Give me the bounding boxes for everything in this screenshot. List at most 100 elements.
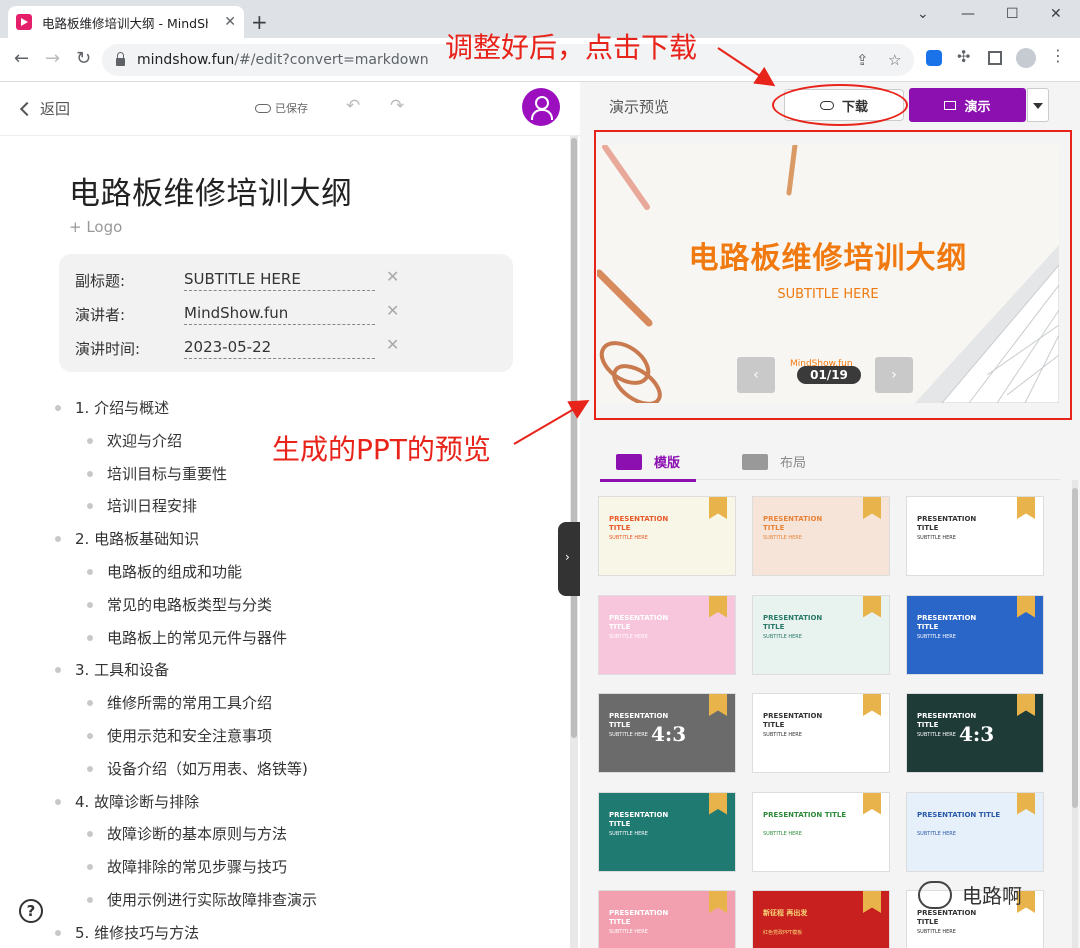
template-thumbnail[interactable]: PRESENTATION TITLE SUBTITLE HERE: [598, 791, 736, 872]
browser-menu-icon[interactable]: ⋮: [1050, 46, 1066, 65]
bullet-dot: [87, 601, 93, 608]
layout-icon: [742, 453, 768, 470]
outline-subitem[interactable]: 培训目标与重要性: [87, 463, 227, 484]
outline-subitem[interactable]: 故障诊断的基本原则与方法: [87, 823, 287, 844]
template-title: PRESENTATION TITLE: [763, 810, 847, 819]
bullet-dot: [87, 634, 93, 641]
outline-subitem[interactable]: 欢迎与介绍: [87, 430, 183, 451]
add-logo-link[interactable]: + Logo: [69, 218, 122, 236]
template-scrollbar[interactable]: [1072, 480, 1078, 948]
template-thumbnail[interactable]: 新征程 再出发 红色党政PPT模板: [752, 890, 890, 948]
extension-icon[interactable]: [926, 50, 942, 66]
outline-item-text: 欢迎与介绍: [107, 431, 183, 450]
template-title: PRESENTATION TITLE: [917, 613, 977, 631]
template-thumbnail[interactable]: PRESENTATION TITLE SUBTITLE HERE: [752, 693, 890, 773]
outline-item-text: 维修所需的常用工具介绍: [107, 694, 273, 713]
template-ratio: 4:3: [959, 722, 995, 746]
tab-templates[interactable]: 模版: [599, 452, 697, 482]
template-scrollbar-thumb[interactable]: [1072, 488, 1078, 808]
clear-field-icon[interactable]: ✕: [386, 301, 399, 320]
browser-tab[interactable]: 电路板维修培训大纲 - MindShow ✕: [8, 6, 244, 38]
maximize-icon[interactable]: ☐: [1006, 6, 1019, 22]
chevron-right-icon: ›: [565, 550, 570, 564]
outline-subitem[interactable]: 电路板上的常见元件与器件: [87, 627, 287, 648]
outline-section-item[interactable]: 3. 工具和设备: [55, 659, 169, 680]
reload-icon[interactable]: ↻: [76, 48, 91, 69]
outline-subitem[interactable]: 培训日程安排: [87, 495, 197, 516]
vip-badge-icon: [863, 694, 881, 716]
cloud-check-icon: [255, 103, 271, 113]
outline-subitem[interactable]: 设备介绍（如万用表、烙铁等): [87, 758, 308, 779]
outline-subitem[interactable]: 常见的电路板类型与分类: [87, 594, 272, 615]
outline-subitem[interactable]: 维修所需的常用工具介绍: [87, 692, 273, 713]
outline-item-text: 4. 故障诊断与排除: [75, 792, 200, 811]
tab-search-icon[interactable]: ⌄: [917, 6, 929, 22]
vip-badge-icon: [1017, 792, 1035, 815]
bullet-dot: [55, 798, 61, 805]
tab-layout-label: 布局: [780, 456, 807, 471]
vip-badge-icon: [1017, 694, 1035, 716]
template-thumbnail[interactable]: PRESENTATION TITLE SUBTITLE HERE: [752, 791, 890, 872]
template-thumbnail[interactable]: PRESENTATION TITLE SUBTITLE HERE: [906, 791, 1044, 872]
new-tab-icon[interactable]: +: [251, 12, 268, 32]
template-subtitle: SUBTITLE HERE: [763, 633, 802, 640]
outline-subitem[interactable]: 电路板的组成和功能: [87, 561, 242, 582]
profile-icon[interactable]: [1016, 48, 1036, 68]
template-thumbnail[interactable]: PRESENTATION TITLE SUBTITLE HERE: [906, 496, 1044, 576]
bullet-dot: [87, 897, 93, 903]
vip-badge-icon: [709, 792, 727, 815]
puzzle-extensions-icon[interactable]: ✣: [957, 47, 970, 66]
redo-icon[interactable]: ↷: [390, 96, 404, 116]
template-title: PRESENTATION TITLE: [917, 515, 977, 532]
meta-value-field[interactable]: MindShow.fun: [184, 304, 375, 325]
clear-field-icon[interactable]: ✕: [386, 335, 399, 354]
url-host: mindshow.fun: [137, 52, 235, 68]
outline-subitem[interactable]: 故障排除的常见步骤与技巧: [87, 856, 287, 877]
tab-layout[interactable]: 布局: [742, 452, 806, 471]
forward-icon[interactable]: →: [45, 48, 60, 69]
template-thumbnail[interactable]: PRESENTATION TITLE SUBTITLE HERE: [598, 594, 736, 675]
template-thumbnail[interactable]: PRESENTATION TITLE SUBTITLE HERE 4:3: [906, 693, 1044, 773]
undo-icon[interactable]: ↶: [346, 96, 360, 116]
outline-subitem[interactable]: 使用示例进行实际故障排查演示: [87, 889, 317, 910]
template-thumbnail[interactable]: PRESENTATION TITLE SUBTITLE HERE: [752, 496, 890, 576]
outline-section-item[interactable]: 1. 介绍与概述: [55, 397, 169, 418]
template-thumbnail[interactable]: PRESENTATION TITLE SUBTITLE HERE 4:3: [598, 693, 736, 773]
clear-field-icon[interactable]: ✕: [386, 267, 399, 286]
side-panel-icon[interactable]: [988, 51, 1002, 65]
help-icon[interactable]: ?: [19, 899, 43, 923]
template-thumbnail[interactable]: PRESENTATION TITLE SUBTITLE HERE: [752, 594, 890, 675]
bullet-dot: [87, 470, 93, 477]
minimize-icon[interactable]: —: [961, 6, 975, 22]
close-tab-icon[interactable]: ✕: [224, 14, 236, 30]
meta-value-field[interactable]: 2023-05-22: [184, 338, 375, 359]
outline-section-item[interactable]: 2. 电路板基础知识: [55, 528, 199, 549]
outline-section-item[interactable]: 4. 故障诊断与排除: [55, 791, 200, 812]
chevron-left-icon: [19, 101, 35, 116]
url-path: /#/edit?convert=markdown: [234, 52, 429, 68]
back-button[interactable]: 返回: [19, 98, 70, 119]
bookmark-star-icon[interactable]: ☆: [888, 51, 901, 69]
vip-badge-icon: [709, 595, 727, 618]
meta-value-field[interactable]: SUBTITLE HERE: [184, 270, 375, 291]
download-annotation: 调整好后，点击下载: [445, 31, 698, 64]
template-title: PRESENTATION TITLE: [917, 810, 1001, 819]
document-title[interactable]: 电路板维修培训大纲: [69, 168, 353, 213]
bullet-dot: [87, 765, 93, 772]
editor-scrollbar-thumb[interactable]: [571, 138, 577, 738]
template-thumbnail[interactable]: PRESENTATION TITLE SUBTITLE HERE: [598, 496, 736, 576]
present-button[interactable]: 演示: [909, 88, 1026, 122]
window-close-icon[interactable]: ✕: [1050, 6, 1062, 22]
template-title: PRESENTATION TITLE: [609, 810, 669, 828]
outline-section-item[interactable]: 5. 维修技巧与方法: [55, 922, 199, 943]
template-thumbnail[interactable]: PRESENTATION TITLE SUBTITLE HERE: [598, 890, 736, 948]
wechat-icon: [918, 880, 952, 909]
share-icon[interactable]: ⇪: [856, 51, 869, 69]
outline-subitem[interactable]: 使用示范和安全注意事项: [87, 725, 272, 746]
back-icon[interactable]: ←: [14, 48, 29, 69]
template-thumbnail[interactable]: PRESENTATION TITLE SUBTITLE HERE: [906, 594, 1044, 675]
present-dropdown-caret[interactable]: [1027, 88, 1049, 122]
collapse-panel-toggle[interactable]: ›: [558, 522, 580, 596]
saved-label: 已保存: [275, 102, 308, 115]
user-avatar[interactable]: [522, 88, 560, 126]
